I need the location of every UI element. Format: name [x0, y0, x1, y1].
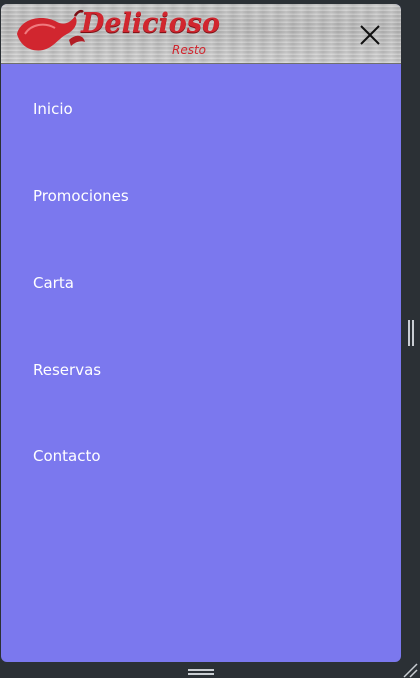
nav-item-promociones[interactable]: Promociones [33, 187, 129, 205]
brand-logo[interactable]: Delicioso Resto [13, 8, 220, 58]
mobile-frame: Delicioso Resto Inicio Promociones Carta… [1, 4, 401, 662]
site-header: Delicioso Resto [1, 4, 401, 64]
close-icon [360, 25, 380, 45]
nav-item-contacto[interactable]: Contacto [33, 447, 101, 465]
brand-name: Delicioso [81, 8, 221, 39]
close-menu-button[interactable] [357, 22, 383, 48]
nav-item-inicio[interactable]: Inicio [33, 100, 73, 118]
resize-grip-icon[interactable] [402, 662, 418, 678]
drag-handle-vertical-icon[interactable] [407, 320, 415, 346]
nav-item-carta[interactable]: Carta [33, 274, 74, 292]
brand-tagline: Resto [172, 43, 207, 57]
nav-item-reservas[interactable]: Reservas [33, 361, 101, 379]
drag-handle-horizontal-icon[interactable] [188, 668, 214, 676]
device-viewport: Delicioso Resto Inicio Promociones Carta… [0, 0, 420, 678]
